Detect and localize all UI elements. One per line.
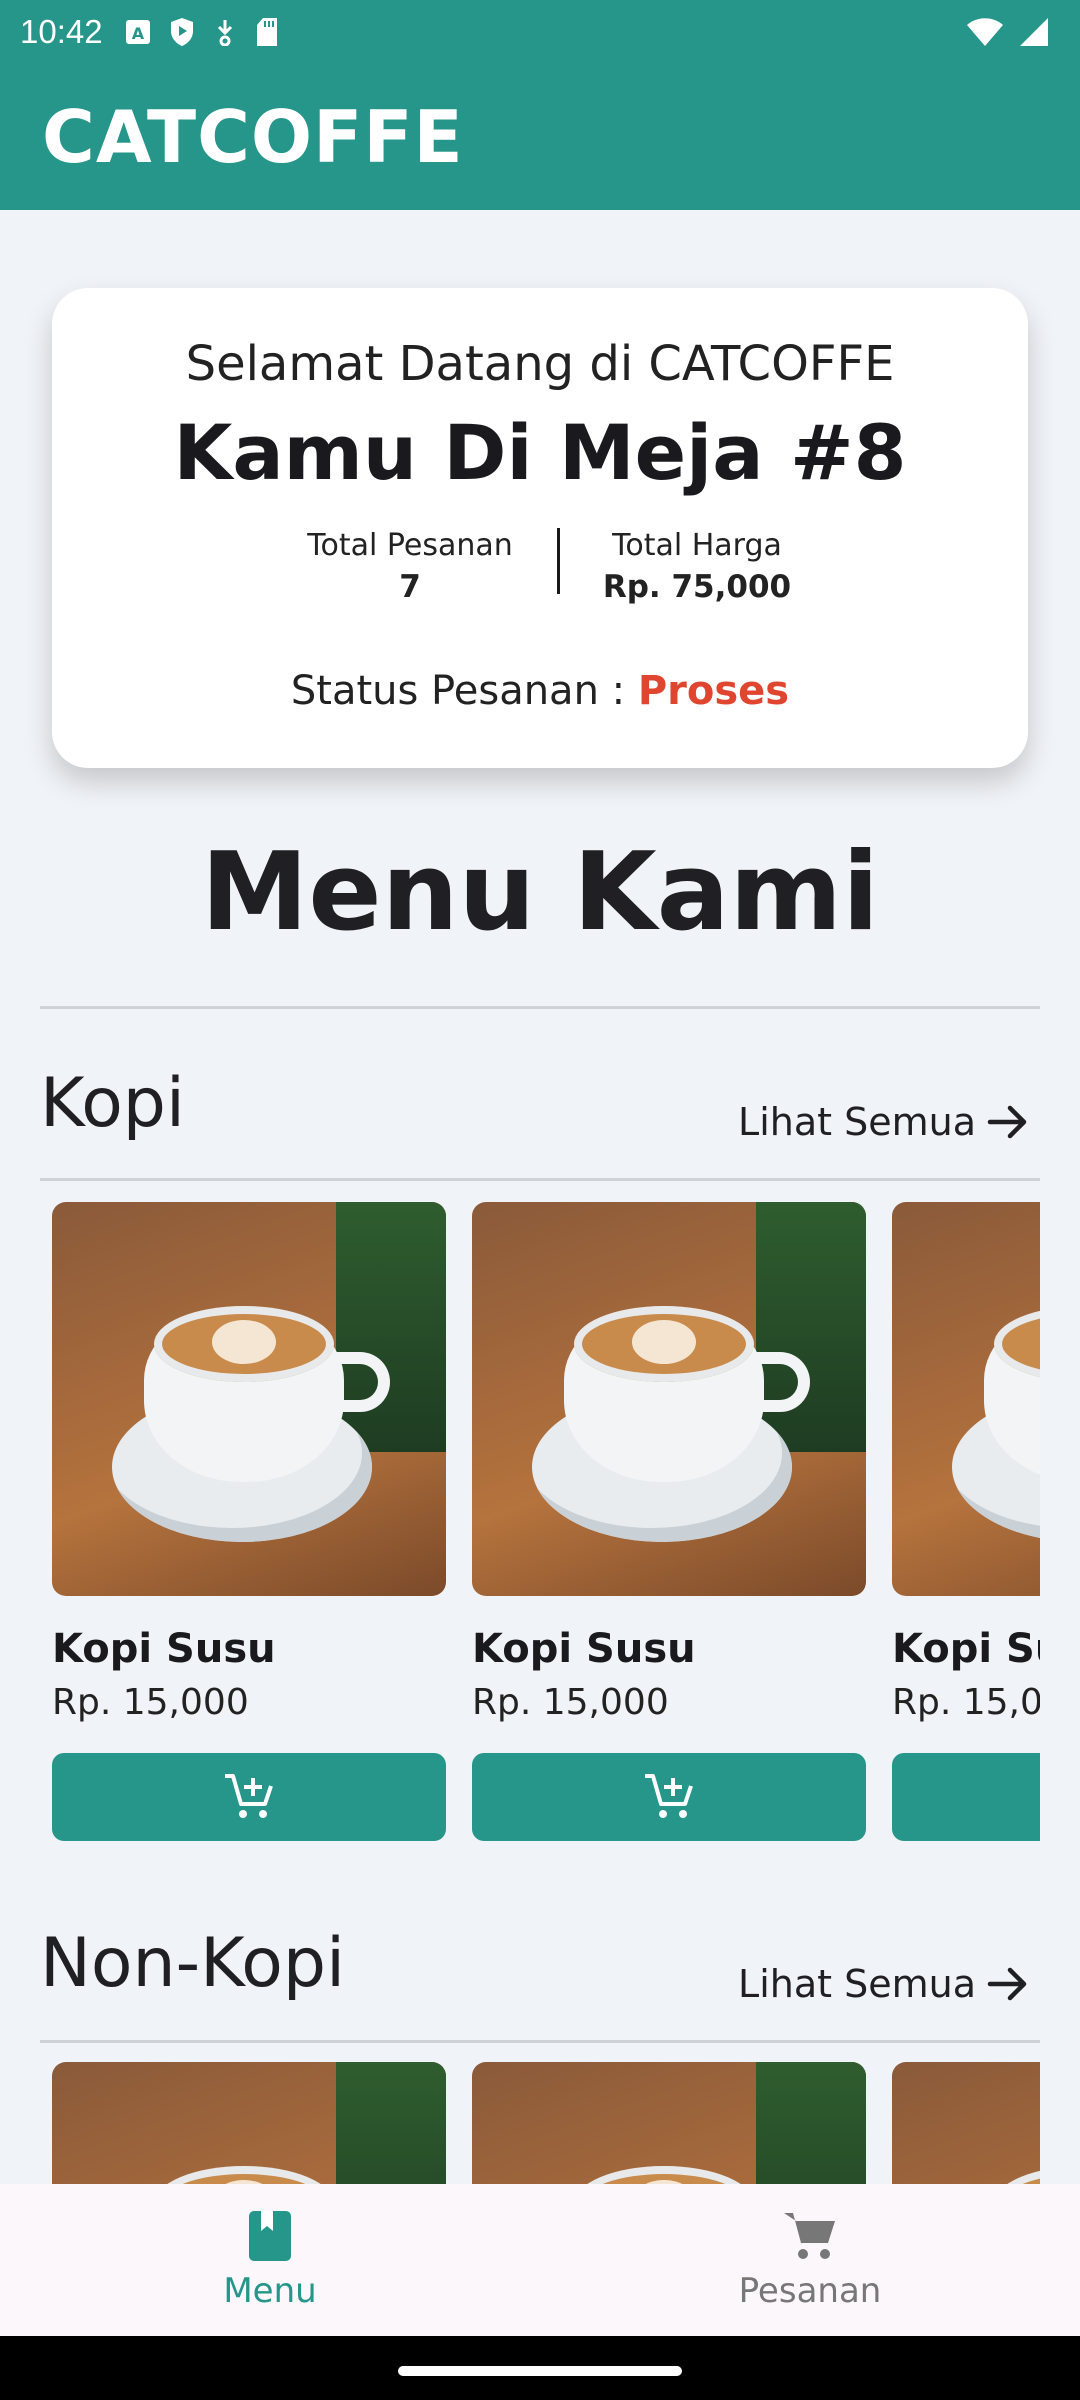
product-card[interactable]: Kopi Susu Rp. 15,000 (472, 1202, 866, 1841)
table-info-card: Selamat Datang di CATCOFFE Kamu Di Meja … (52, 288, 1028, 768)
product-image (892, 1202, 1040, 1596)
arrow-right-icon (987, 1967, 1027, 2001)
arrow-right-icon (987, 1105, 1027, 1139)
add-to-cart-button[interactable] (52, 1753, 446, 1841)
menu-book-icon (249, 2211, 291, 2261)
keyboard-notification-icon: A (125, 20, 150, 44)
section-divider-kopi (40, 1178, 1040, 1181)
see-all-non-kopi-link[interactable]: Lihat Semua (738, 1962, 1030, 2006)
kopi-product-list[interactable]: Kopi Susu Rp. 15,000 Kopi Susu Rp. 15,00… (52, 1202, 1040, 1862)
product-price: Rp. 15,000 (472, 1682, 669, 1723)
product-card[interactable]: Kopi Susu Rp. 15,000 (52, 1202, 446, 1841)
product-image (52, 1202, 446, 1596)
product-price: Rp. 15,000 (52, 1682, 249, 1723)
bottom-navigation: Menu Pesanan (0, 2184, 1080, 2336)
cellular-signal-icon (1020, 18, 1048, 46)
section-divider-non-kopi (40, 2040, 1040, 2043)
non-kopi-product-list[interactable] (52, 2062, 1040, 2184)
section-title-non-kopi: Non-Kopi (40, 1924, 345, 2003)
add-cart-icon (225, 1774, 273, 1818)
order-status-value: Proses (637, 668, 790, 714)
system-gesture-bar (0, 2336, 1080, 2400)
order-stats: Total Pesanan 7 Total Harga Rp. 75,000 (52, 528, 1028, 605)
see-all-label: Lihat Semua (738, 1962, 976, 2006)
product-name: Kopi Susu (892, 1626, 1040, 1672)
nav-item-pesanan[interactable]: Pesanan (540, 2184, 1080, 2336)
nav-label-pesanan: Pesanan (738, 2271, 882, 2311)
product-card[interactable] (472, 2062, 866, 2184)
svg-text:A: A (131, 24, 144, 43)
app-title: CATCOFFE (42, 95, 464, 179)
menu-divider (40, 1006, 1040, 1009)
sd-card-icon (256, 18, 277, 46)
nav-item-menu[interactable]: Menu (0, 2184, 540, 2336)
product-card[interactable]: Kopi Susu Rp. 15,000 (892, 1202, 1040, 1841)
product-image (892, 2062, 1040, 2184)
total-orders-label: Total Pesanan (307, 528, 513, 563)
product-image (472, 1202, 866, 1596)
home-gesture-handle[interactable] (398, 2366, 682, 2376)
product-image (52, 2062, 446, 2184)
order-status: Status Pesanan : Proses (52, 668, 1028, 714)
product-card[interactable] (892, 2062, 1040, 2184)
menu-heading: Menu Kami (200, 830, 880, 955)
nav-label-menu: Menu (223, 2271, 317, 2311)
shield-notification-icon (170, 18, 193, 46)
product-name: Kopi Susu (472, 1626, 696, 1672)
table-number-heading: Kamu Di Meja #8 (173, 408, 907, 497)
product-image (472, 2062, 866, 2184)
total-price-value: Rp. 75,000 (602, 569, 792, 605)
stats-divider (557, 528, 560, 594)
welcome-text: Selamat Datang di CATCOFFE (185, 336, 895, 392)
app-bar: CATCOFFE (0, 64, 1080, 210)
add-to-cart-button[interactable] (472, 1753, 866, 1841)
status-time: 10:42 (20, 13, 103, 50)
product-card[interactable] (52, 2062, 446, 2184)
see-all-label: Lihat Semua (738, 1100, 976, 1144)
wifi-icon (967, 18, 1003, 46)
product-name: Kopi Susu (52, 1626, 276, 1672)
product-price: Rp. 15,000 (892, 1682, 1040, 1723)
add-to-cart-button[interactable] (892, 1753, 1040, 1841)
order-status-label: Status Pesanan : (290, 668, 638, 714)
status-bar: 10:42 A (0, 0, 1080, 64)
see-all-kopi-link[interactable]: Lihat Semua (738, 1100, 1030, 1144)
section-title-kopi: Kopi (40, 1064, 185, 1143)
download-notification-icon (217, 20, 232, 46)
total-orders-value: 7 (399, 569, 421, 605)
total-price-label: Total Harga (612, 528, 782, 563)
total-orders-stat: Total Pesanan 7 (300, 528, 520, 605)
total-price-stat: Total Harga Rp. 75,000 (592, 528, 802, 605)
add-cart-icon (645, 1774, 693, 1818)
cart-icon (784, 2213, 835, 2259)
